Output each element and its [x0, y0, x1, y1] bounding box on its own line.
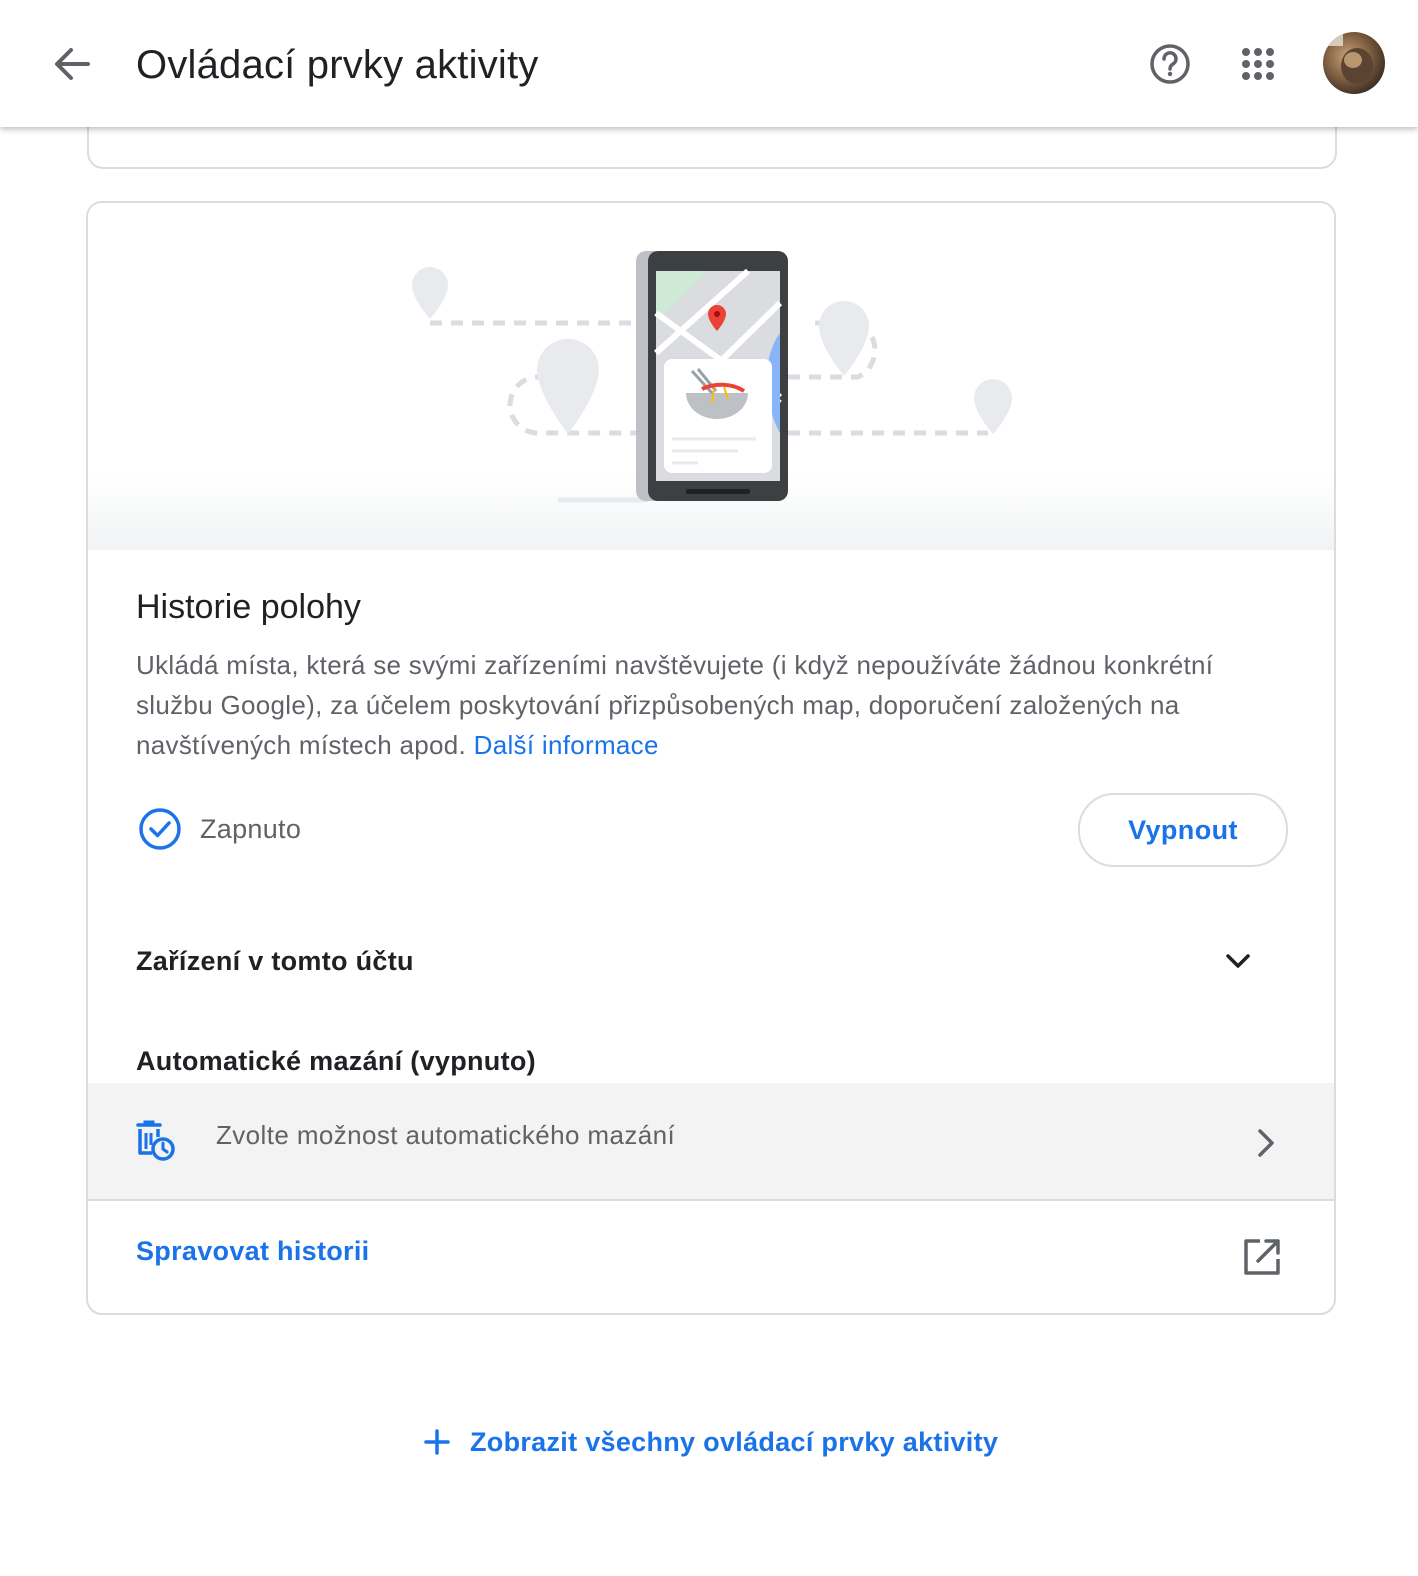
devices-expander[interactable]: Zařízení v tomto účtu [88, 913, 1334, 1001]
chevron-down-icon [1226, 954, 1250, 968]
location-history-card: Historie polohy Ukládá místa, která se s… [86, 201, 1336, 1315]
check-circle-icon [139, 808, 181, 850]
apps-grid-icon [1242, 48, 1274, 80]
apps-button[interactable] [1232, 38, 1284, 90]
auto-delete-option-text: Zvolte možnost automatického mazání [216, 1120, 676, 1150]
location-history-illustration [88, 203, 1334, 550]
turn-off-button[interactable]: Vypnout [1078, 793, 1288, 867]
plus-icon [424, 1429, 450, 1455]
auto-delete-option-row[interactable]: Zvolte možnost automatického mazání [88, 1083, 1334, 1201]
devices-label: Zařízení v tomto účtu [136, 946, 414, 976]
show-all-controls-label: Zobrazit všechny ovládací prvky aktivity [470, 1426, 999, 1457]
help-circle-icon [1150, 44, 1190, 84]
auto-delete-label: Automatické mazání (vypnuto) [136, 1046, 536, 1076]
auto-delete-icon [136, 1120, 175, 1161]
help-button[interactable] [1144, 38, 1196, 90]
description: Ukládá místa, která se svými zařízeními … [136, 645, 1296, 765]
chevron-right-icon [1258, 1129, 1274, 1157]
manage-history-row[interactable]: Spravovat historii [88, 1201, 1334, 1311]
back-button[interactable] [44, 36, 100, 92]
manage-history-link[interactable]: Spravovat historii [136, 1233, 369, 1269]
user-avatar-icon [1323, 32, 1385, 94]
top-app-bar: Ovládací prvky aktivity [0, 0, 1418, 127]
learn-more-link[interactable]: Další informace [474, 730, 659, 760]
open-in-new-icon [1244, 1239, 1280, 1275]
avatar[interactable] [1323, 32, 1385, 94]
description-text: Ukládá místa, která se svými zařízeními … [136, 650, 1214, 760]
arrow-back-icon [55, 48, 90, 80]
show-all-controls-link[interactable]: Zobrazit všechny ovládací prvky aktivity [420, 1418, 998, 1466]
page-title: Ovládací prvky aktivity [136, 43, 539, 87]
section-title: Historie polohy [136, 588, 361, 626]
status-text: Zapnuto [200, 814, 302, 844]
